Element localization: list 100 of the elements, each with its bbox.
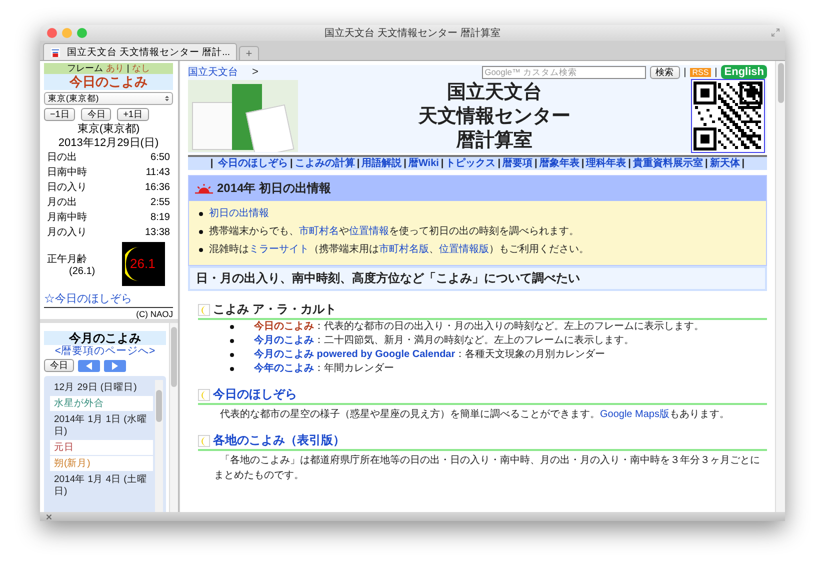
bullet-icon bbox=[230, 367, 234, 371]
nav-link[interactable]: 理科年表 bbox=[586, 158, 626, 169]
scrollbar-thumb[interactable] bbox=[156, 390, 162, 422]
search-button[interactable]: 検索 bbox=[650, 66, 680, 78]
nav-separator: | bbox=[440, 158, 444, 169]
calendar-link[interactable]: 今日のこよみ bbox=[254, 320, 314, 334]
window-title: 国立天文台 天文情報センター 暦計算室 bbox=[324, 26, 500, 40]
moon-age-value: (26.1) bbox=[68, 266, 96, 276]
browser-tab[interactable]: 国立天文台 天文情報センター 暦計... bbox=[43, 43, 237, 60]
breadcrumb-link[interactable]: 国立天文台 bbox=[188, 65, 238, 79]
item-description: ：各種天文現象の月別カレンダー bbox=[455, 348, 606, 362]
item-description: ：年間カレンダー bbox=[314, 362, 394, 376]
nav-separator: | bbox=[498, 158, 501, 169]
calendar-event[interactable]: 水星が外合 bbox=[50, 396, 153, 412]
new-tab-button[interactable]: + bbox=[239, 46, 259, 60]
fullscreen-icon[interactable] bbox=[771, 28, 780, 37]
site-title: 暦計算室 bbox=[455, 129, 534, 153]
calendar-link[interactable]: 今年のこよみ bbox=[254, 362, 314, 376]
stars-link[interactable]: ☆今日のほしぞら bbox=[44, 291, 173, 308]
section-title-link[interactable]: 各地のこよみ（表引版） bbox=[213, 432, 345, 449]
day-button[interactable]: 今日 bbox=[81, 108, 112, 121]
crescent-moon-icon bbox=[198, 388, 210, 400]
today-button[interactable]: 今日 bbox=[44, 359, 74, 372]
nav-link[interactable]: 暦象年表 bbox=[539, 158, 580, 169]
text-link[interactable]: Google Maps版 bbox=[600, 409, 670, 420]
site-logo-icon bbox=[50, 46, 61, 58]
tab-label: 国立天文台 天文情報センター 暦計... bbox=[66, 46, 230, 58]
nav-separator: | bbox=[356, 158, 360, 169]
day-button[interactable]: −1日 bbox=[44, 108, 76, 121]
scrollbar-thumb[interactable] bbox=[171, 327, 177, 387]
calendar-link[interactable]: 今月のこよみ bbox=[254, 334, 314, 348]
time-label: 日の入り bbox=[47, 180, 87, 195]
nav-link[interactable]: 暦Wiki bbox=[408, 158, 439, 169]
section-heading: 日・月の出入り、南中時刻、高度方位など「こよみ」について調べたい bbox=[188, 266, 767, 291]
nav-separator: | bbox=[742, 158, 745, 169]
next-month-button[interactable] bbox=[104, 360, 126, 372]
item-description: ：代表的な都市の日の出入り・月の出入りの時刻など。左上のフレームに表示します。 bbox=[314, 320, 704, 334]
x-icon[interactable] bbox=[46, 514, 52, 520]
nav-link[interactable]: 新天体 bbox=[710, 158, 740, 169]
item-description: ：二十四節気、新月・満月の時刻など。左上のフレームに表示します。 bbox=[314, 334, 634, 348]
minimize-button[interactable] bbox=[62, 28, 72, 38]
text-link[interactable]: 市町村名 bbox=[299, 226, 339, 237]
section-description: 「各地のこよみ」は都道府県庁所在地等の日の出・日の入り・南中時、月の出・月の入り・南中時を３年分３ヶ月ごとにまとめたものです。 bbox=[213, 454, 761, 483]
previous-month-button[interactable] bbox=[78, 360, 100, 372]
qr-code-icon bbox=[691, 79, 765, 153]
time-label: 月南中時 bbox=[47, 210, 87, 225]
site-title: 国立天文台 bbox=[446, 81, 543, 105]
location-text: 東京(東京都) bbox=[76, 122, 141, 136]
almanac-page-link[interactable]: <暦要項のページへ> bbox=[44, 345, 166, 358]
zoom-button[interactable] bbox=[77, 28, 87, 38]
text-link[interactable]: 市町村名版 bbox=[379, 244, 429, 255]
text-link[interactable]: ミラーサイト bbox=[249, 244, 309, 255]
day-button[interactable]: +1日 bbox=[117, 108, 149, 121]
crescent-moon-icon bbox=[198, 304, 210, 316]
scrollbar-thumb[interactable] bbox=[778, 63, 784, 103]
notice-text: 混雑時は ミラーサイト（携帯端末用は市町村名版、位置情報版）もご利用ください。 bbox=[209, 242, 589, 257]
time-value: 2:55 bbox=[150, 196, 170, 210]
bullet-icon bbox=[230, 325, 234, 329]
frame-option-link[interactable]: あり bbox=[106, 63, 124, 74]
time-value: 13:38 bbox=[144, 226, 170, 240]
time-label: 日の出 bbox=[47, 150, 77, 165]
nav-link[interactable]: 暦要項 bbox=[502, 158, 533, 169]
nav-link[interactable]: こよみの計算 bbox=[294, 158, 355, 169]
calendar-date: 2014年 1月 1日 (水曜日) bbox=[53, 413, 148, 439]
section-title-link[interactable]: 今日のほしぞら bbox=[213, 386, 297, 403]
moon-age-label: 正午月齢 bbox=[47, 252, 88, 266]
calendar-event[interactable]: 元日 bbox=[50, 440, 153, 456]
scrollbar[interactable] bbox=[169, 323, 178, 512]
time-label: 月の出 bbox=[47, 196, 77, 210]
nav-link[interactable]: 貴重資料展示室 bbox=[632, 158, 703, 169]
frame-title: 今日のこよみ bbox=[44, 74, 173, 90]
time-value: 11:43 bbox=[146, 166, 170, 180]
text-link[interactable]: 位置情報版 bbox=[439, 244, 489, 255]
nav-link[interactable]: トピックス bbox=[446, 158, 496, 169]
frame-option-link[interactable]: なし bbox=[132, 63, 150, 74]
notice-text: 携帯端末からでも、市町村名や位置情報を使って初日の出の時刻を調べられます。 bbox=[209, 224, 579, 239]
separator: | bbox=[126, 63, 130, 74]
scrollbar[interactable] bbox=[775, 61, 785, 512]
site-title: 天文情報センター bbox=[417, 105, 572, 129]
moon-age-number: 26.1 bbox=[130, 256, 156, 271]
nav-link[interactable]: 用語解説 bbox=[362, 158, 402, 169]
search-field[interactable]: Google™ カスタム検索 bbox=[482, 66, 646, 78]
separator: | bbox=[714, 66, 718, 78]
nav-separator: | bbox=[581, 158, 584, 169]
nav-separator: | bbox=[290, 158, 293, 169]
nav-link[interactable]: 今日のほしぞら bbox=[218, 158, 288, 169]
separator: | bbox=[684, 66, 686, 78]
breadcrumb-arrow: > bbox=[252, 66, 258, 78]
text-link[interactable]: 初日の出情報 bbox=[209, 208, 269, 219]
select-arrows-icon bbox=[165, 95, 169, 102]
date-text: 2013年12月29日(日) bbox=[57, 136, 160, 150]
time-value: 16:36 bbox=[144, 181, 170, 195]
time-label: 月の入り bbox=[47, 226, 87, 240]
nav-separator: | bbox=[628, 158, 631, 169]
location-select[interactable]: 東京(東京都) bbox=[44, 92, 173, 105]
calendar-link[interactable]: 今月のこよみ powered by Google Calendar bbox=[254, 348, 456, 362]
text-link[interactable]: 位置情報 bbox=[349, 226, 389, 237]
close-button[interactable] bbox=[47, 28, 57, 38]
bullet-icon bbox=[199, 212, 203, 216]
section-description: 代表的な都市の星空の様子（惑星や星座の見え方）を簡単に調べることができます。Google Maps版もあります。 bbox=[219, 408, 730, 422]
